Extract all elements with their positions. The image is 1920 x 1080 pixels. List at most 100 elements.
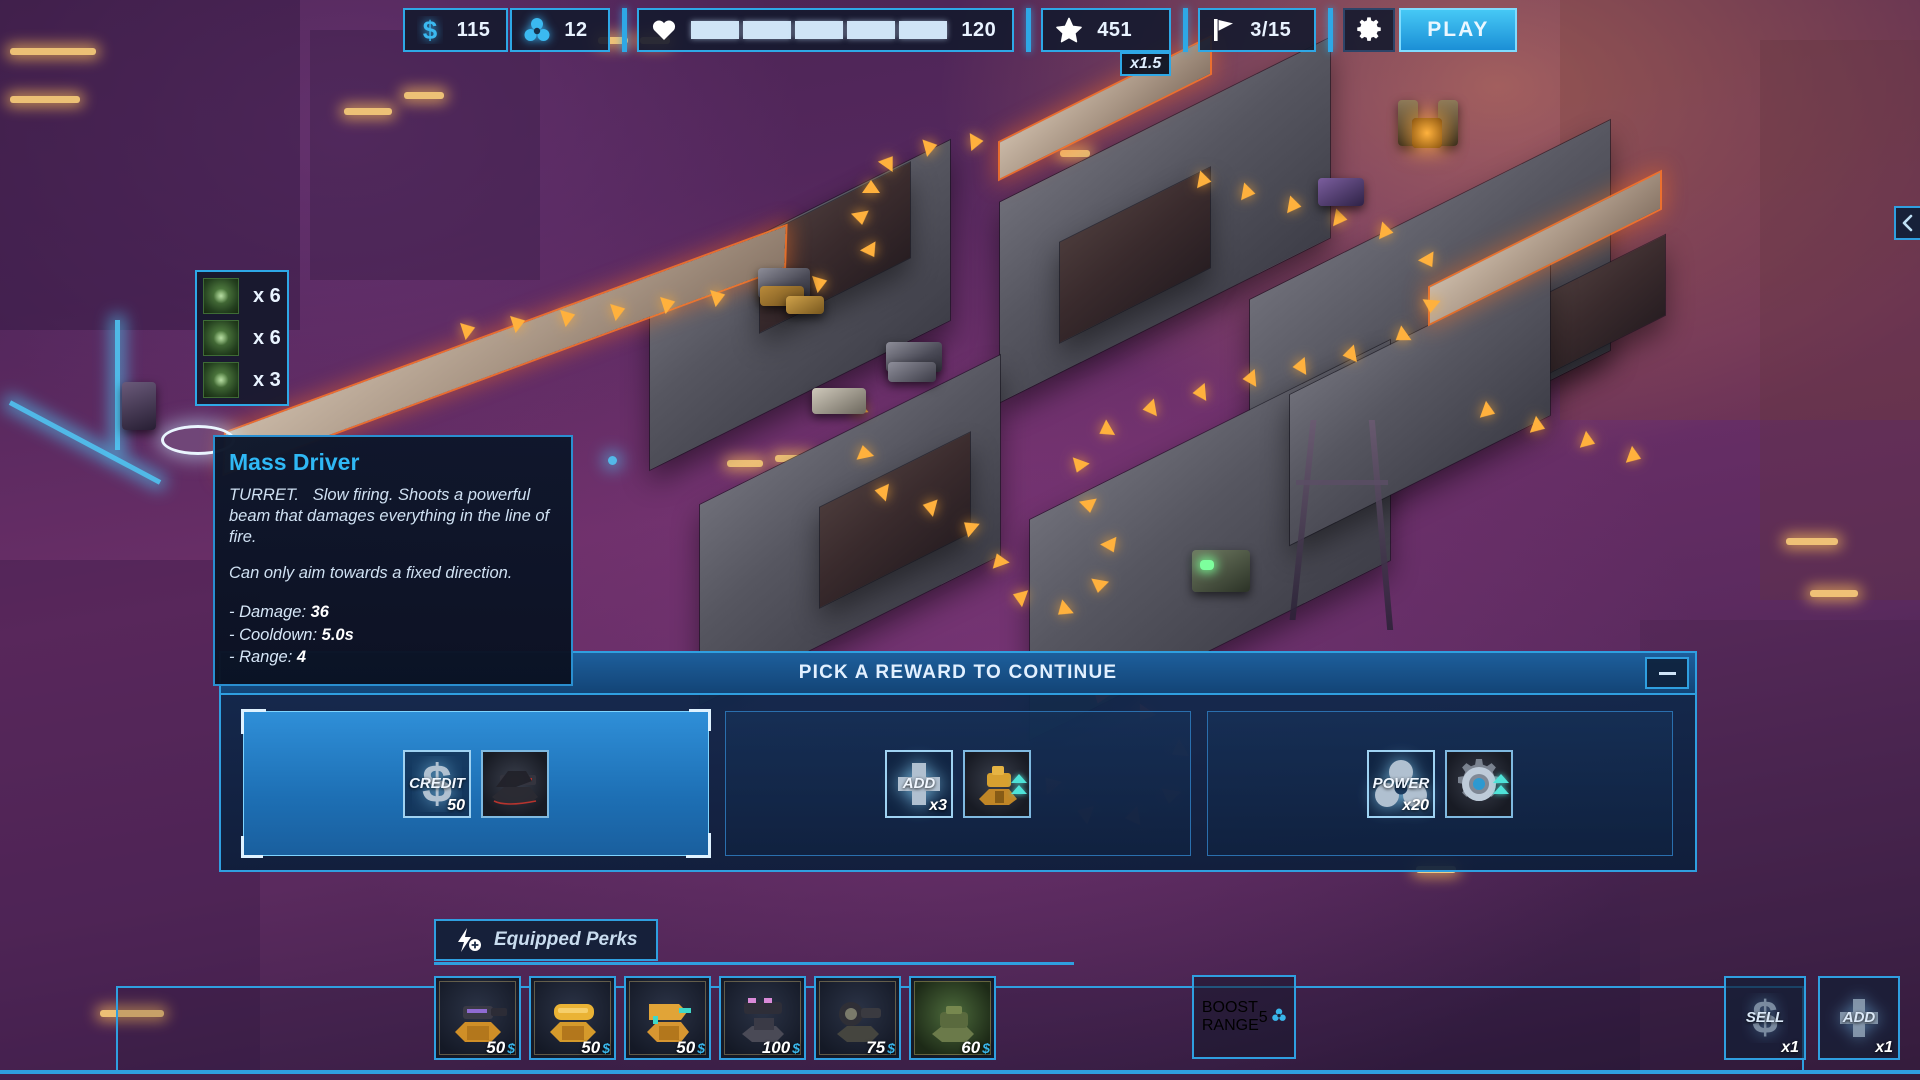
health-chip: 120 [637, 8, 1015, 52]
enemy-thumb-icon [203, 320, 239, 356]
sell-button[interactable]: $ SELL x1 [1724, 976, 1806, 1060]
sell-qty: x1 [1781, 1039, 1799, 1056]
add-button[interactable]: ADD x1 [1818, 976, 1900, 1060]
shop-item-price: 50 $ [676, 1038, 705, 1058]
placed-turret[interactable] [1200, 560, 1214, 570]
shop-item-turret-heavy[interactable]: 100 $ [719, 976, 806, 1060]
stat-value: 4 [296, 647, 307, 666]
price-value: 50 [486, 1038, 506, 1057]
price-currency: $ [602, 1040, 610, 1056]
chevron-up-icon [1493, 773, 1509, 783]
shop-item-turret-green[interactable]: 60 $ [909, 976, 996, 1060]
stat-row: - Damage: 36 [229, 601, 557, 623]
tooltip-description: TURRET. Slow firing. Shoots a powerful b… [229, 485, 557, 548]
enemy-thumb-icon [203, 278, 239, 314]
reward-card-power[interactable]: POWER x20 [1207, 711, 1673, 856]
wave-preview-panel: x 6 x 6 x 3 [195, 270, 289, 406]
reward-tile-qty: x20 [1402, 796, 1429, 814]
placed-turret[interactable] [1192, 550, 1250, 592]
tooltip-category: TURRET. [229, 486, 299, 504]
bottom-actions: $ SELL x1 ADD x1 [1724, 976, 1900, 1060]
wave-count-label: x 6 [253, 326, 281, 349]
shop-item-turret-laser[interactable]: 75 $ [814, 976, 901, 1060]
boost-range-button[interactable]: BOOST RANGE 5 [1192, 975, 1296, 1059]
equipped-perks-tab[interactable]: Equipped Perks [434, 919, 658, 961]
price-currency: $ [792, 1040, 800, 1056]
tooltip-note: Can only aim towards a fixed direction. [229, 564, 513, 583]
chevron-up-icon [1011, 773, 1027, 783]
price-value: 100 [761, 1038, 791, 1057]
path-arrow [1141, 398, 1157, 419]
upgrade-chevrons [1011, 756, 1027, 812]
svg-text:$: $ [422, 16, 437, 44]
score-chip: 451 [1041, 8, 1172, 52]
play-button[interactable]: PLAY [1399, 8, 1518, 52]
shop-item-price: 50 $ [581, 1038, 610, 1058]
neon-beam [608, 456, 617, 465]
edge-collapse-button[interactable] [1894, 206, 1920, 240]
bottom-bar: 50 $ 50 $ 50 $ 100 $ 75 $ 60 $ $ SELL x1… [0, 966, 1920, 1080]
background-building [310, 30, 540, 280]
stat-row: - Cooldown: 5.0s [229, 624, 557, 646]
power-trefoil-icon [524, 17, 550, 43]
reward-card-add[interactable]: ADD x3 [725, 711, 1191, 856]
upgrade-chevrons [1493, 756, 1509, 812]
power-chip[interactable]: 12 [510, 8, 611, 52]
reward-card-credit[interactable]: $ CREDIT 50 [241, 709, 711, 858]
equipped-perks-label: Equipped Perks [494, 929, 638, 950]
ambient-light [1810, 590, 1858, 597]
stat-value: 5.0s [321, 625, 354, 644]
minimize-button[interactable] [1645, 657, 1689, 689]
hud-divider [1328, 8, 1334, 52]
reward-tile-turret[interactable] [481, 749, 549, 818]
price-value: 60 [961, 1038, 981, 1057]
shop-item-turret-mortar[interactable]: 50 $ [624, 976, 711, 1060]
health-segment [899, 21, 948, 39]
chevron-left-icon [1901, 214, 1915, 232]
path-arrow [1421, 299, 1441, 314]
reward-tile-power[interactable]: POWER x20 [1367, 749, 1435, 818]
placed-turret[interactable] [1412, 118, 1442, 148]
reward-tile-add[interactable]: ADD x3 [885, 749, 953, 818]
reward-tile-qty: 50 [447, 796, 465, 814]
star-icon [1055, 17, 1083, 44]
stat-row: - Range: 4 [229, 646, 557, 668]
reward-tile-credit[interactable]: $ CREDIT 50 [403, 749, 471, 818]
path-arrow [1333, 208, 1349, 229]
flag-icon [1212, 17, 1236, 43]
path-arrow [460, 318, 478, 341]
price-currency: $ [982, 1040, 990, 1056]
placed-turret[interactable] [786, 296, 824, 314]
stat-label: - Damage: [229, 603, 307, 622]
boost-range-label: BOOST RANGE [1202, 999, 1259, 1035]
shop-item-turret-gatling[interactable]: 50 $ [529, 976, 616, 1060]
placed-turret[interactable] [812, 388, 866, 414]
path-arrow [1009, 585, 1029, 608]
ambient-light [1786, 538, 1838, 545]
tooltip-stats: - Damage: 36 - Cooldown: 5.0s - Range: 4 [229, 601, 557, 668]
reward-card-list: $ CREDIT 50 ADD x3 POWER x20 [221, 695, 1695, 872]
price-value: 50 [676, 1038, 696, 1057]
ambient-light [344, 108, 392, 115]
reward-tile-turret[interactable] [963, 749, 1031, 818]
stat-label: - Cooldown: [229, 625, 318, 644]
wave-counter-value: 3/15 [1250, 18, 1292, 41]
shop-item-turret-cannon[interactable]: 50 $ [434, 976, 521, 1060]
reward-panel-title: PICK A REWARD TO CONTINUE [798, 662, 1118, 683]
reward-tile-label: POWER [1372, 774, 1430, 792]
health-bar [691, 21, 948, 39]
shop-item-price: 60 $ [961, 1038, 990, 1058]
price-value: 50 [581, 1038, 601, 1057]
hud-divider [622, 8, 628, 52]
placed-turret[interactable] [122, 382, 156, 430]
reward-tile-perk[interactable] [1445, 749, 1513, 818]
placed-turret[interactable] [1318, 178, 1364, 206]
path-arrow [1191, 382, 1207, 403]
credits-chip[interactable]: $ 115 [402, 8, 509, 52]
minimize-icon [1658, 671, 1676, 675]
boost-qty-value: 5 [1258, 1008, 1268, 1026]
settings-button[interactable] [1343, 8, 1396, 52]
resources-group: $ 115 12 [402, 8, 613, 52]
placed-turret[interactable] [888, 362, 936, 382]
sell-label: SELL [1745, 1009, 1785, 1027]
